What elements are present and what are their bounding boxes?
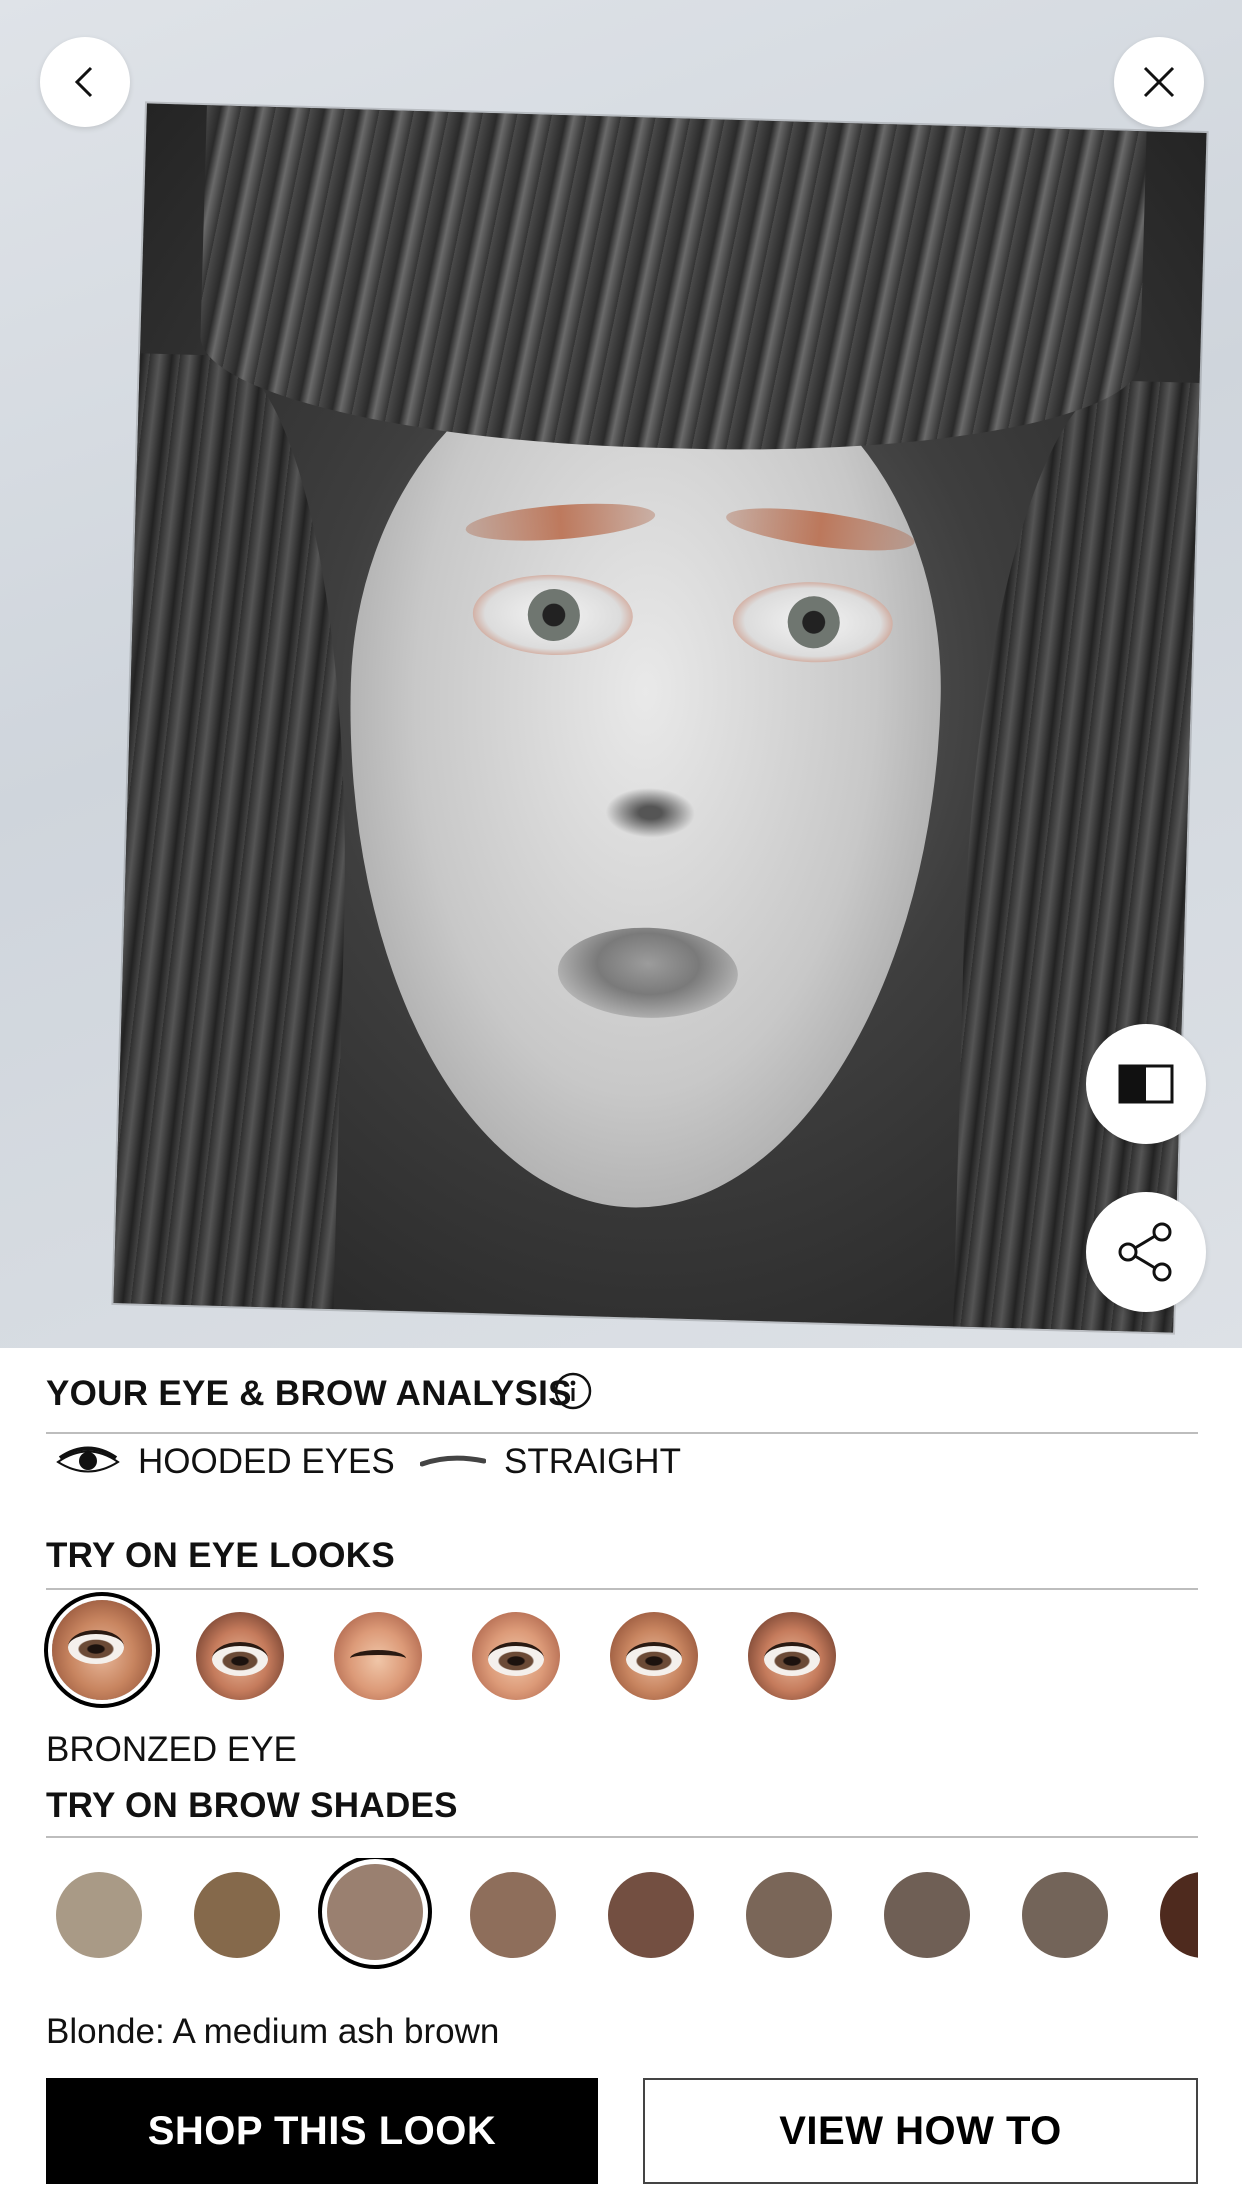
divider <box>46 1836 1198 1838</box>
brow-shade-swatch[interactable] <box>56 1872 142 1958</box>
compare-button[interactable] <box>1086 1024 1206 1144</box>
hair-bangs <box>197 105 1147 462</box>
shop-this-look-button[interactable]: SHOP THIS LOOK <box>46 2078 598 2184</box>
eye-look-swatch[interactable] <box>472 1612 560 1700</box>
eye-look-swatch[interactable] <box>52 1600 152 1700</box>
brow-shade-swatch[interactable] <box>746 1872 832 1958</box>
face-photo <box>113 103 1207 1333</box>
share-icon <box>1118 1222 1172 1282</box>
right-brow-overlay <box>723 499 917 559</box>
eye-look-swatch[interactable] <box>748 1612 836 1700</box>
brow-icon <box>420 1455 486 1467</box>
brow-shape-result: STRAIGHT <box>420 1442 681 1482</box>
brow-shade-swatch[interactable] <box>1022 1872 1108 1958</box>
close-icon <box>1143 66 1175 98</box>
brow-shade-swatch[interactable] <box>1160 1872 1198 1958</box>
back-button[interactable] <box>40 37 130 127</box>
eye-look-swatch[interactable] <box>196 1612 284 1700</box>
chevron-left-icon <box>74 66 93 98</box>
info-icon[interactable] <box>553 1371 593 1411</box>
left-brow-overlay <box>464 497 657 547</box>
analysis-panel: YOUR EYE & BROW ANALYSIS HOODED EYES STR… <box>0 1348 1242 2208</box>
brow-shade-swatch[interactable] <box>884 1872 970 1958</box>
analysis-title: YOUR EYE & BROW ANALYSIS <box>46 1374 572 1413</box>
camera-preview <box>0 0 1242 1348</box>
eye-look-swatch[interactable] <box>334 1612 422 1700</box>
divider <box>46 1588 1198 1590</box>
right-eye-overlay <box>731 580 894 665</box>
brow-shade-swatch[interactable] <box>327 1864 423 1960</box>
brow-shape-label: STRAIGHT <box>504 1442 681 1481</box>
shade-description: Blonde: A medium ash brown <box>46 2012 500 2051</box>
brow-shade-swatch[interactable] <box>194 1872 280 1958</box>
selected-look-name: BRONZED EYE <box>46 1730 297 1769</box>
eye-looks-list <box>46 1600 1198 1716</box>
eye-looks-title: TRY ON EYE LOOKS <box>46 1536 396 1575</box>
eye-shape-label: HOODED EYES <box>138 1442 395 1481</box>
face <box>336 339 951 1216</box>
brow-shade-swatch[interactable] <box>608 1872 694 1958</box>
brow-shades-list <box>46 1858 1198 1970</box>
close-button[interactable] <box>1114 37 1204 127</box>
split-compare-icon <box>1118 1064 1174 1104</box>
left-eye-overlay <box>471 572 634 658</box>
share-button[interactable] <box>1086 1192 1206 1312</box>
brow-shade-swatch[interactable] <box>470 1872 556 1958</box>
divider <box>46 1432 1198 1434</box>
eye-icon <box>56 1446 120 1473</box>
eye-shape-result: HOODED EYES <box>56 1442 395 1482</box>
brow-shades-title: TRY ON BROW SHADES <box>46 1786 458 1825</box>
eye-look-swatch[interactable] <box>610 1612 698 1700</box>
view-how-to-button[interactable]: VIEW HOW TO <box>643 2078 1198 2184</box>
